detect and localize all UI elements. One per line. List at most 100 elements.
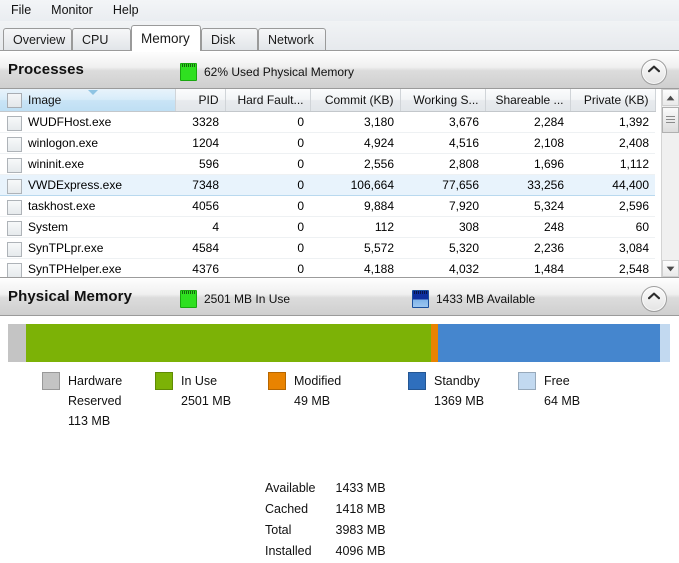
cell-private: 2,408 (570, 132, 655, 154)
column-header-commit[interactable]: Commit (KB) (310, 89, 401, 112)
summary-key: Installed (265, 544, 312, 558)
scroll-up-button[interactable] (662, 89, 679, 106)
menu-item-file[interactable]: File (6, 2, 40, 19)
cell-commit: 106,664 (310, 173, 400, 196)
cell-private: 1,392 (570, 111, 655, 133)
menu-item-help[interactable]: Help (108, 2, 148, 19)
legend-swatch-standby (408, 372, 426, 390)
physical-memory-available-label: 1433 MB Available (436, 292, 536, 306)
summary-value: 4096 MB (335, 544, 386, 558)
table-row[interactable]: SynTPHelper.exe 4376 0 4,188 4,032 1,484 2,548 (0, 258, 655, 277)
cell-working-set: 2,808 (400, 153, 485, 175)
cell-hard-faults: 0 (225, 216, 310, 238)
process-name: SynTPLpr.exe (28, 240, 104, 255)
cell-commit: 5,572 (310, 237, 400, 259)
column-header-working-set[interactable]: Working S... (400, 89, 486, 112)
legend-label-line2: Reserved (68, 394, 122, 408)
summary-key: Cached (265, 502, 309, 516)
cell-hard-faults: 0 (225, 132, 310, 154)
table-row[interactable]: System 4 0 112 308 248 60 (0, 216, 655, 238)
row-checkbox[interactable] (7, 241, 22, 257)
legend-value: 64 MB (544, 394, 581, 408)
tab-strip: Overview CPU Memory Disk Network (0, 21, 679, 51)
row-checkbox[interactable] (7, 178, 22, 194)
cell-working-set: 308 (400, 216, 485, 238)
legend-label-line1: Modified (294, 374, 342, 388)
legend-item-modified: Modified 49 MB (268, 371, 341, 411)
physical-memory-body: Hardware Reserved 113 MB In Use 2501 MB Modif… (0, 316, 679, 558)
processes-memory-stat: 62% Used Physical Memory (180, 63, 354, 81)
row-checkbox[interactable] (7, 199, 22, 215)
cell-pid: 4056 (175, 195, 225, 217)
scrollbar-thumb[interactable] (662, 107, 679, 133)
table-row[interactable]: VWDExpress.exe 7348 0 106,664 77,656 33,256 44… (0, 173, 655, 196)
legend-label-line1: Standby (434, 374, 480, 388)
summary-row: Total 3983 MB (265, 521, 386, 542)
legend-item-in-use: In Use 2501 MB (155, 371, 231, 411)
cell-working-set: 5,320 (400, 237, 485, 259)
summary-value: 3983 MB (335, 523, 386, 537)
legend-value: 1369 MB (434, 394, 485, 408)
memory-bar-segment-modified (430, 324, 439, 362)
tab-memory[interactable]: Memory (131, 25, 201, 51)
column-header-shareable[interactable]: Shareable ... (485, 89, 571, 112)
cell-private: 2,596 (570, 195, 655, 217)
row-checkbox[interactable] (7, 136, 22, 152)
physical-memory-collapse-button[interactable] (641, 286, 667, 312)
processes-table-container: Image PID Hard Fault... Commit (KB) Work… (0, 89, 679, 278)
legend-text: Standby 1369 MB (434, 371, 484, 411)
column-header-private[interactable]: Private (KB) (570, 89, 656, 112)
tab-disk[interactable]: Disk (201, 28, 258, 50)
cell-image: wininit.exe (0, 153, 175, 175)
cell-commit: 2,556 (310, 153, 400, 175)
legend-swatch-modified (268, 372, 286, 390)
memory-bar-segment-in-use (26, 324, 431, 362)
legend-label-line1: In Use (181, 374, 218, 388)
physical-memory-title: Physical Memory (8, 288, 133, 305)
physical-memory-in-use-stat: 2501 MB In Use (180, 290, 290, 308)
scrollbar-grip-icon (666, 116, 675, 123)
select-all-checkbox[interactable] (7, 93, 22, 108)
tab-cpu[interactable]: CPU (72, 28, 131, 50)
scroll-down-button[interactable] (662, 260, 679, 277)
column-header-hard-faults[interactable]: Hard Fault... (225, 89, 311, 112)
physical-memory-available-stat: 1433 MB Available (412, 290, 535, 308)
column-header-pid[interactable]: PID (175, 89, 226, 112)
tab-network[interactable]: Network (258, 28, 326, 50)
table-row[interactable]: taskhost.exe 4056 0 9,884 7,920 5,324 2,596 (0, 195, 655, 217)
legend-text: Free 64 MB (544, 371, 580, 411)
memory-legend: Hardware Reserved 113 MB In Use 2501 MB Modif… (0, 371, 679, 441)
cell-pid: 4376 (175, 258, 225, 277)
cell-pid: 3328 (175, 111, 225, 133)
table-row[interactable]: winlogon.exe 1204 0 4,924 4,516 2,108 2,408 (0, 132, 655, 154)
cell-shareable: 2,236 (485, 237, 570, 259)
table-row[interactable]: wininit.exe 596 0 2,556 2,808 1,696 1,112 (0, 153, 655, 175)
legend-label-line1: Hardware (68, 374, 123, 388)
cell-commit: 112 (310, 216, 400, 238)
table-row[interactable]: SynTPLpr.exe 4584 0 5,572 5,320 2,236 3,084 (0, 237, 655, 259)
sort-descending-icon (88, 90, 98, 95)
row-checkbox[interactable] (7, 262, 22, 277)
tab-overview[interactable]: Overview (3, 28, 72, 50)
summary-key: Total (265, 523, 292, 537)
process-name: taskhost.exe (28, 198, 96, 213)
menu-item-monitor[interactable]: Monitor (46, 2, 102, 19)
processes-table-scrollbar[interactable] (661, 89, 679, 277)
cell-shareable: 1,484 (485, 258, 570, 277)
memory-bar-segment-standby (438, 324, 660, 362)
legend-value: 113 MB (68, 414, 111, 428)
row-checkbox[interactable] (7, 115, 22, 131)
cell-image: winlogon.exe (0, 132, 175, 154)
column-header-image[interactable]: Image (0, 89, 176, 112)
legend-item-standby: Standby 1369 MB (408, 371, 484, 411)
memory-summary: Available 1433 MB Cached 1418 MB Total 3983 M… (265, 479, 386, 563)
processes-memory-stat-label: 62% Used Physical Memory (204, 65, 355, 79)
row-checkbox[interactable] (7, 220, 22, 236)
table-row[interactable]: WUDFHost.exe 3328 0 3,180 3,676 2,284 1,392 (0, 111, 655, 133)
cell-private: 2,548 (570, 258, 655, 277)
memory-bar-segment-hardware-reserved (8, 324, 27, 362)
cell-pid: 7348 (175, 173, 225, 196)
row-checkbox[interactable] (7, 157, 22, 173)
legend-swatch-hardware-reserved (42, 372, 60, 390)
processes-collapse-button[interactable] (641, 59, 667, 85)
